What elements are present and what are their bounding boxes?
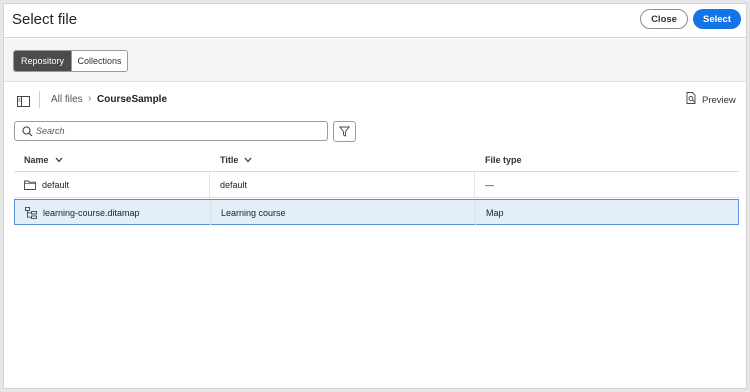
source-tabs-bar: Repository Collections [4, 39, 746, 82]
column-header-name-label: Name [24, 155, 49, 165]
file-type: — [485, 179, 494, 190]
column-header-file-type: File type [485, 155, 522, 165]
breadcrumb-all-files[interactable]: All files [51, 94, 83, 105]
path-bar: All files › CourseSample Preview [4, 89, 746, 111]
table-row[interactable]: learning-course.ditamap Learning course … [14, 199, 739, 225]
cell-file-type: Map [476, 200, 739, 225]
breadcrumb-current: CourseSample [97, 94, 168, 105]
toggle-sidebar-icon[interactable] [17, 94, 30, 107]
filter-icon [339, 126, 350, 137]
cell-name: default [14, 172, 210, 197]
cell-file-type: — [475, 172, 738, 197]
dialog-title: Select file [12, 11, 78, 28]
file-name: default [42, 179, 70, 190]
source-tabs: Repository Collections [13, 50, 128, 72]
breadcrumb-separator: › [88, 93, 92, 104]
file-type: Map [486, 207, 504, 218]
file-title: default [220, 179, 248, 190]
column-header-file-type-label: File type [485, 155, 522, 165]
search-box [14, 121, 328, 141]
column-header-title-label: Title [220, 155, 239, 165]
ditamap-icon [25, 206, 37, 219]
path-divider [39, 91, 40, 108]
cell-name: learning-course.ditamap [15, 200, 211, 225]
column-header-title[interactable]: Title [220, 155, 252, 165]
cell-title: Learning course [211, 200, 476, 225]
chevron-down-icon [55, 157, 62, 163]
tab-repository[interactable]: Repository [14, 51, 71, 71]
table-header: Name Title File type [14, 149, 739, 172]
folder-icon [24, 180, 36, 190]
tab-collections[interactable]: Collections [71, 51, 127, 71]
file-name: learning-course.ditamap [43, 207, 140, 218]
select-button[interactable]: Select [693, 9, 741, 29]
search-input[interactable] [36, 124, 316, 138]
table-row[interactable]: default default — [14, 172, 739, 198]
search-icon [22, 126, 33, 137]
filter-button[interactable] [333, 121, 356, 142]
preview-label: Preview [702, 94, 736, 106]
file-title: Learning course [221, 207, 286, 218]
preview-button[interactable]: Preview [686, 91, 736, 109]
chevron-down-icon [244, 157, 252, 163]
preview-icon [686, 91, 697, 109]
select-file-dialog: Select file Close Select Repository Coll… [3, 3, 747, 389]
cell-title: default [210, 172, 475, 197]
close-button[interactable]: Close [640, 9, 688, 29]
dialog-header: Select file Close Select [4, 4, 746, 38]
column-header-name[interactable]: Name [24, 155, 63, 165]
